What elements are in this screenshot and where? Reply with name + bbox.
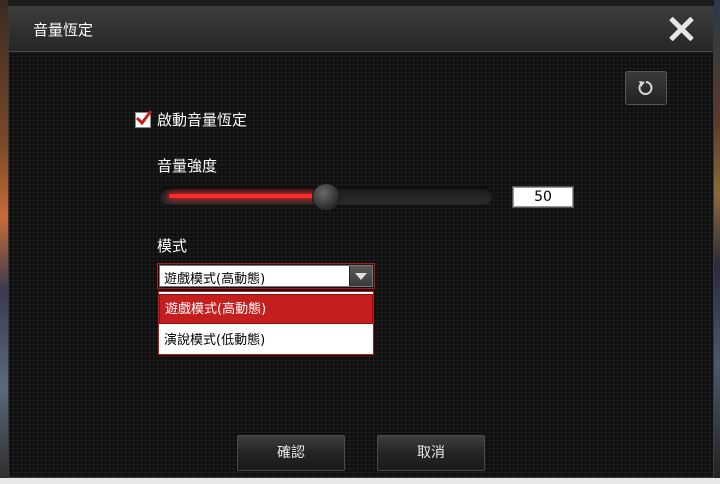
reset-button[interactable] (625, 71, 667, 105)
checkmark-icon (135, 109, 153, 125)
volume-slider[interactable] (159, 183, 493, 211)
desktop-background-bottom (0, 478, 720, 484)
mode-dropdown-list: 遊戲模式(高動態) 演說模式(低動態) (158, 291, 374, 355)
mode-select-value: 遊戲模式(高動態) (164, 272, 266, 287)
title-bar: 音量恆定 (9, 7, 713, 52)
volume-slider-thumb[interactable] (312, 183, 340, 211)
mode-label: 模式 (157, 237, 188, 255)
enable-row[interactable]: 啟動音量恆定 (135, 109, 247, 130)
confirm-button[interactable]: 確認 (237, 435, 345, 471)
enable-checkbox[interactable] (135, 109, 153, 128)
volume-slider-fill (169, 194, 326, 198)
volume-strength-label: 音量強度 (157, 157, 218, 175)
dialog-title: 音量恆定 (33, 21, 94, 39)
chevron-down-icon[interactable] (349, 266, 372, 286)
reset-icon (638, 81, 653, 95)
desktop-background-left (0, 0, 8, 484)
mode-option-speech[interactable]: 演說模式(低動態) (159, 326, 373, 356)
enable-label: 啟動音量恆定 (157, 111, 248, 129)
cancel-button[interactable]: 取消 (377, 435, 485, 471)
mode-select[interactable]: 遊戲模式(高動態) (159, 265, 373, 287)
close-icon[interactable] (667, 15, 695, 43)
mode-option-game[interactable]: 遊戲模式(高動態) (159, 294, 373, 324)
desktop-background-right (714, 0, 720, 484)
volume-value-input[interactable]: 50 (512, 186, 574, 208)
volume-leveling-dialog: 音量恆定 啟動音量恆定 音量強度 50 模式 遊戲模式(高動態) 遊戲模式(高動… (8, 6, 714, 478)
